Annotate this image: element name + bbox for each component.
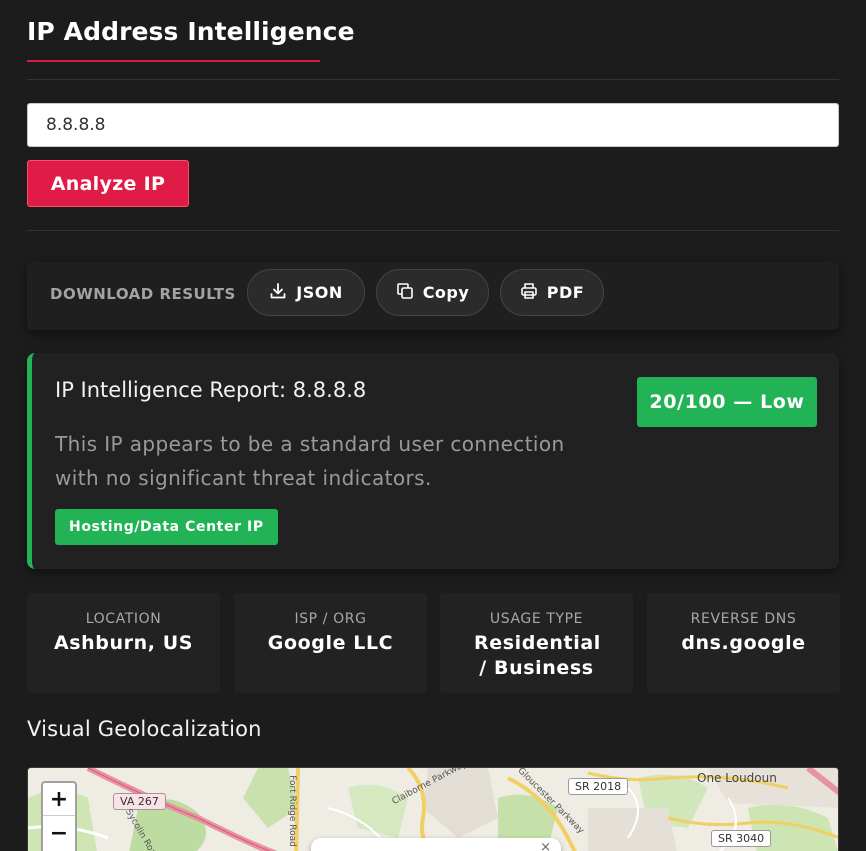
hosting-badge: Hosting/Data Center IP [55, 509, 278, 545]
printer-icon [520, 282, 538, 304]
stat-value: Google LLC [267, 632, 394, 654]
stat-label: REVERSE DNS [690, 611, 797, 627]
popup-close-icon[interactable]: × [540, 840, 551, 851]
copy-icon [396, 282, 414, 304]
ip-search-input[interactable] [27, 103, 839, 147]
analyze-ip-button[interactable]: Analyze IP [27, 160, 189, 207]
stat-reverse-dns: REVERSE DNS dns.google [647, 593, 840, 693]
download-json-button[interactable]: JSON [247, 269, 365, 316]
map-label-fort-ridge: Fort Ridge Road [286, 775, 297, 847]
copy-button[interactable]: Copy [376, 269, 489, 316]
stat-label: LOCATION [85, 611, 162, 627]
report-title: IP Intelligence Report: 8.8.8.8 [55, 378, 367, 402]
stat-usage-type: USAGE TYPE Residential / Business [440, 593, 633, 693]
report-description: This IP appears to be a standard user co… [55, 432, 565, 490]
section-divider [27, 230, 839, 231]
stat-value: Ashburn, US [53, 632, 194, 654]
shield-sr2018: SR 2018 [568, 778, 629, 795]
stat-label: ISP / ORG [294, 611, 367, 627]
report-card: IP Intelligence Report: 8.8.8.8 This IP … [27, 353, 839, 569]
download-pdf-label: PDF [546, 283, 585, 302]
zoom-out-button[interactable]: − [43, 817, 75, 850]
header-divider [27, 79, 839, 80]
stat-label: USAGE TYPE [489, 611, 584, 627]
download-panel: DOWNLOAD RESULTS JSON Copy PDF [27, 262, 839, 330]
zoom-in-button[interactable]: + [43, 783, 75, 816]
map-popup: × [311, 838, 561, 851]
stat-isp-org: ISP / ORG Google LLC [234, 593, 427, 693]
download-results-label: DOWNLOAD RESULTS [50, 285, 236, 303]
stat-value: Residential / Business [474, 632, 601, 679]
download-json-label: JSON [296, 283, 343, 302]
stat-location: LOCATION Ashburn, US [27, 593, 220, 693]
geo-heading: Visual Geolocalization [27, 717, 262, 741]
download-icon [269, 282, 287, 304]
copy-label: Copy [422, 283, 470, 302]
risk-score-badge: 20/100 — Low [637, 377, 817, 427]
map-label-one-loudoun: One Loudoun [697, 771, 777, 785]
geolocation-map[interactable]: VA 267 SR 2018 SR 3040 One Loudoun Claib… [27, 767, 839, 851]
page-title: IP Address Intelligence [27, 17, 355, 46]
shield-sr3040: SR 3040 [711, 830, 772, 847]
zoom-control: + − [41, 781, 77, 851]
download-pdf-button[interactable]: PDF [500, 269, 604, 316]
shield-va267: VA 267 [113, 793, 166, 810]
stat-value: dns.google [681, 632, 806, 654]
title-underline [27, 60, 320, 62]
